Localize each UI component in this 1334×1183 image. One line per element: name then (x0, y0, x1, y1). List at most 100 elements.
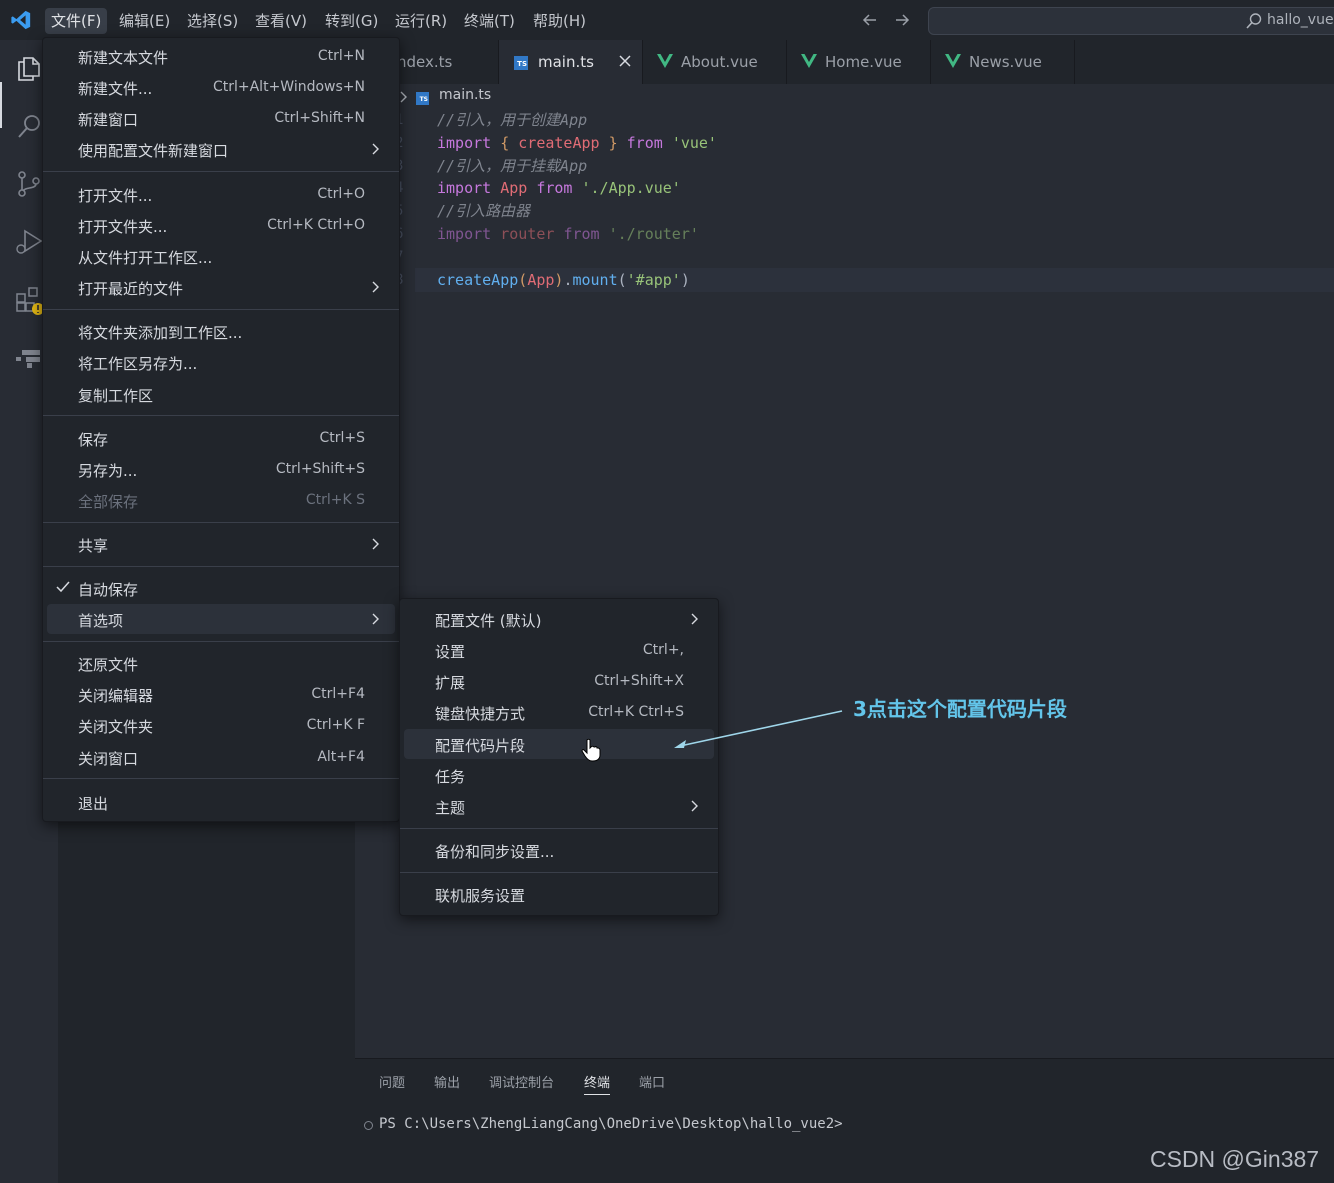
menu-item-shortcut: Ctrl+K F (306, 717, 365, 733)
code-line-1: //引入，用于创建App (437, 109, 587, 132)
extensions-icon[interactable] (13, 284, 45, 316)
menu-item-open-recent[interactable]: 打开最近的文件 (47, 272, 395, 302)
remote-explorer-icon[interactable] (13, 342, 45, 374)
menu-item-open-workspace-from-file[interactable]: 从文件打开工作区... (47, 241, 395, 271)
menu-item-close-folder[interactable]: 关闭文件夹 Ctrl+K F (47, 710, 395, 740)
menu-item-label: 关闭编辑器 (78, 687, 154, 705)
chevron-right-icon (372, 613, 379, 625)
menu-item-shortcut: Ctrl+K Ctrl+O (267, 217, 365, 233)
menu-item-tasks[interactable]: 任务 (404, 760, 714, 790)
arrow-left-icon[interactable] (860, 10, 880, 30)
menu-item-label: 首选项 (78, 612, 124, 630)
menu-file[interactable]: 文件(F) (45, 8, 108, 34)
menu-item-shortcut: Ctrl+F4 (311, 686, 365, 702)
chevron-right-icon (691, 800, 698, 812)
menu-goto[interactable]: 转到(G) (319, 8, 384, 34)
chevron-right-icon (372, 538, 379, 550)
menu-item-label: 打开文件夹... (78, 218, 168, 236)
explorer-icon[interactable] (13, 52, 45, 84)
title-bar: 文件(F) 编辑(E) 选择(S) 查看(V) 转到(G) 运行(R) 终端(T… (0, 0, 1334, 40)
menu-item-new-window-with-profile[interactable]: 使用配置文件新建窗口 (47, 134, 395, 164)
menu-edit[interactable]: 编辑(E) (113, 8, 176, 34)
menu-item-shortcut: Ctrl+K S (305, 492, 365, 508)
code-comment: //引入，用于挂载App (437, 157, 588, 175)
menu-item-label: 从文件打开工作区... (78, 249, 213, 267)
terminal-prompt[interactable]: PS C:\Users\ZhengLiangCang\OneDrive\Desk… (379, 1116, 843, 1132)
menu-separator (43, 641, 399, 642)
breadcrumb-file[interactable]: main.ts (439, 87, 491, 103)
menu-item-shortcut: Ctrl+N (317, 48, 365, 64)
menu-item-close-editor[interactable]: 关闭编辑器 Ctrl+F4 (47, 679, 395, 709)
menu-separator (400, 828, 718, 829)
annotation-arrow-icon (674, 710, 843, 748)
menu-item-label: 自动保存 (78, 581, 139, 599)
panel-tab-debug-console[interactable]: 调试控制台 (489, 1072, 554, 1091)
vue-icon (801, 54, 817, 68)
tab-main-ts[interactable]: TS main.ts (499, 40, 643, 84)
menu-item-share[interactable]: 共享 (47, 529, 395, 559)
menu-item-configure-snippets[interactable]: 配置代码片段 (404, 729, 714, 759)
menu-terminal[interactable]: 终端(T) (458, 8, 521, 34)
code-line-6: import router from './router' (437, 223, 699, 246)
menu-item-save-as[interactable]: 另存为... Ctrl+Shift+S (47, 454, 395, 484)
menu-item-label: 保存 (78, 431, 109, 449)
menu-item-themes[interactable]: 主题 (404, 791, 714, 821)
menu-item-label: 退出 (78, 795, 109, 813)
menu-item-extensions[interactable]: 扩展 Ctrl+Shift+X (404, 666, 714, 696)
command-center-text: hallo_vue2 (1267, 12, 1334, 28)
code-identifier: router (500, 225, 555, 243)
menu-item-duplicate-workspace[interactable]: 复制工作区 (47, 379, 395, 409)
run-debug-icon[interactable] (13, 226, 45, 258)
menu-item-preferences[interactable]: 首选项 (47, 604, 395, 634)
menu-item-open-folder[interactable]: 打开文件夹... Ctrl+K Ctrl+O (47, 210, 395, 240)
terminal-status-dot-icon (364, 1121, 373, 1130)
menu-item-settings[interactable]: 设置 Ctrl+, (404, 635, 714, 665)
command-center-search[interactable]: hallo_vue2 (928, 7, 1334, 35)
chevron-right-icon (691, 613, 698, 625)
menu-item-add-folder-to-workspace[interactable]: 将文件夹添加到工作区... (47, 316, 395, 346)
source-control-icon[interactable] (13, 168, 45, 200)
code-brace: { (500, 134, 510, 152)
menu-separator (43, 309, 399, 310)
menu-separator (43, 415, 399, 416)
watermark: CSDN @Gin387 (1150, 1146, 1320, 1172)
menu-item-shortcut: Ctrl+Alt+Windows+N (212, 79, 365, 95)
menu-item-new-text-file[interactable]: 新建文本文件 Ctrl+N (47, 41, 395, 71)
panel-tab-problems[interactable]: 问题 (379, 1072, 405, 1091)
menu-view[interactable]: 查看(V) (249, 8, 313, 34)
search-icon[interactable] (13, 110, 45, 142)
menu-item-close-window[interactable]: 关闭窗口 Alt+F4 (47, 742, 395, 772)
menu-item-revert-file[interactable]: 还原文件 (47, 648, 395, 678)
menu-item-online-services-settings[interactable]: 联机服务设置 (404, 879, 714, 909)
tab-about-vue[interactable]: About.vue (643, 40, 787, 84)
panel-tab-output[interactable]: 输出 (434, 1072, 460, 1091)
menu-item-profile[interactable]: 配置文件 (默认) (404, 604, 714, 634)
menu-item-keyboard-shortcuts[interactable]: 键盘快捷方式 Ctrl+K Ctrl+S (404, 697, 714, 727)
menu-item-exit[interactable]: 退出 (47, 787, 395, 817)
menu-item-new-window[interactable]: 新建窗口 Ctrl+Shift+N (47, 103, 395, 133)
menu-separator (43, 171, 399, 172)
menu-item-label: 打开文件... (78, 187, 153, 205)
panel-tab-terminal[interactable]: 终端 (584, 1072, 611, 1095)
menu-item-backup-sync-settings[interactable]: 备份和同步设置... (404, 835, 714, 865)
menu-item-save-workspace-as[interactable]: 将工作区另存为... (47, 347, 395, 377)
menu-item-open-file[interactable]: 打开文件... Ctrl+O (47, 179, 395, 209)
menu-selection[interactable]: 选择(S) (181, 8, 244, 34)
menu-item-label: 配置文件 (默认) (435, 612, 542, 630)
menu-help[interactable]: 帮助(H) (527, 8, 592, 34)
menu-item-auto-save[interactable]: 自动保存 (47, 573, 395, 603)
panel-tab-ports[interactable]: 端口 (639, 1072, 665, 1091)
menu-item-label: 使用配置文件新建窗口 (78, 142, 229, 160)
menu-item-new-file[interactable]: 新建文件... Ctrl+Alt+Windows+N (47, 72, 395, 102)
tab-news-vue[interactable]: News.vue (931, 40, 1075, 84)
menu-item-save[interactable]: 保存 Ctrl+S (47, 423, 395, 453)
code-identifier: App (500, 179, 528, 197)
menu-run[interactable]: 运行(R) (389, 8, 453, 34)
tab-home-vue[interactable]: Home.vue (787, 40, 931, 84)
arrow-right-icon[interactable] (892, 10, 912, 30)
tab-label: main.ts (538, 53, 594, 71)
menu-item-label: 关闭窗口 (78, 750, 139, 768)
tab-label: About.vue (681, 53, 758, 71)
chevron-right-icon (372, 281, 379, 293)
close-icon[interactable] (617, 53, 633, 69)
